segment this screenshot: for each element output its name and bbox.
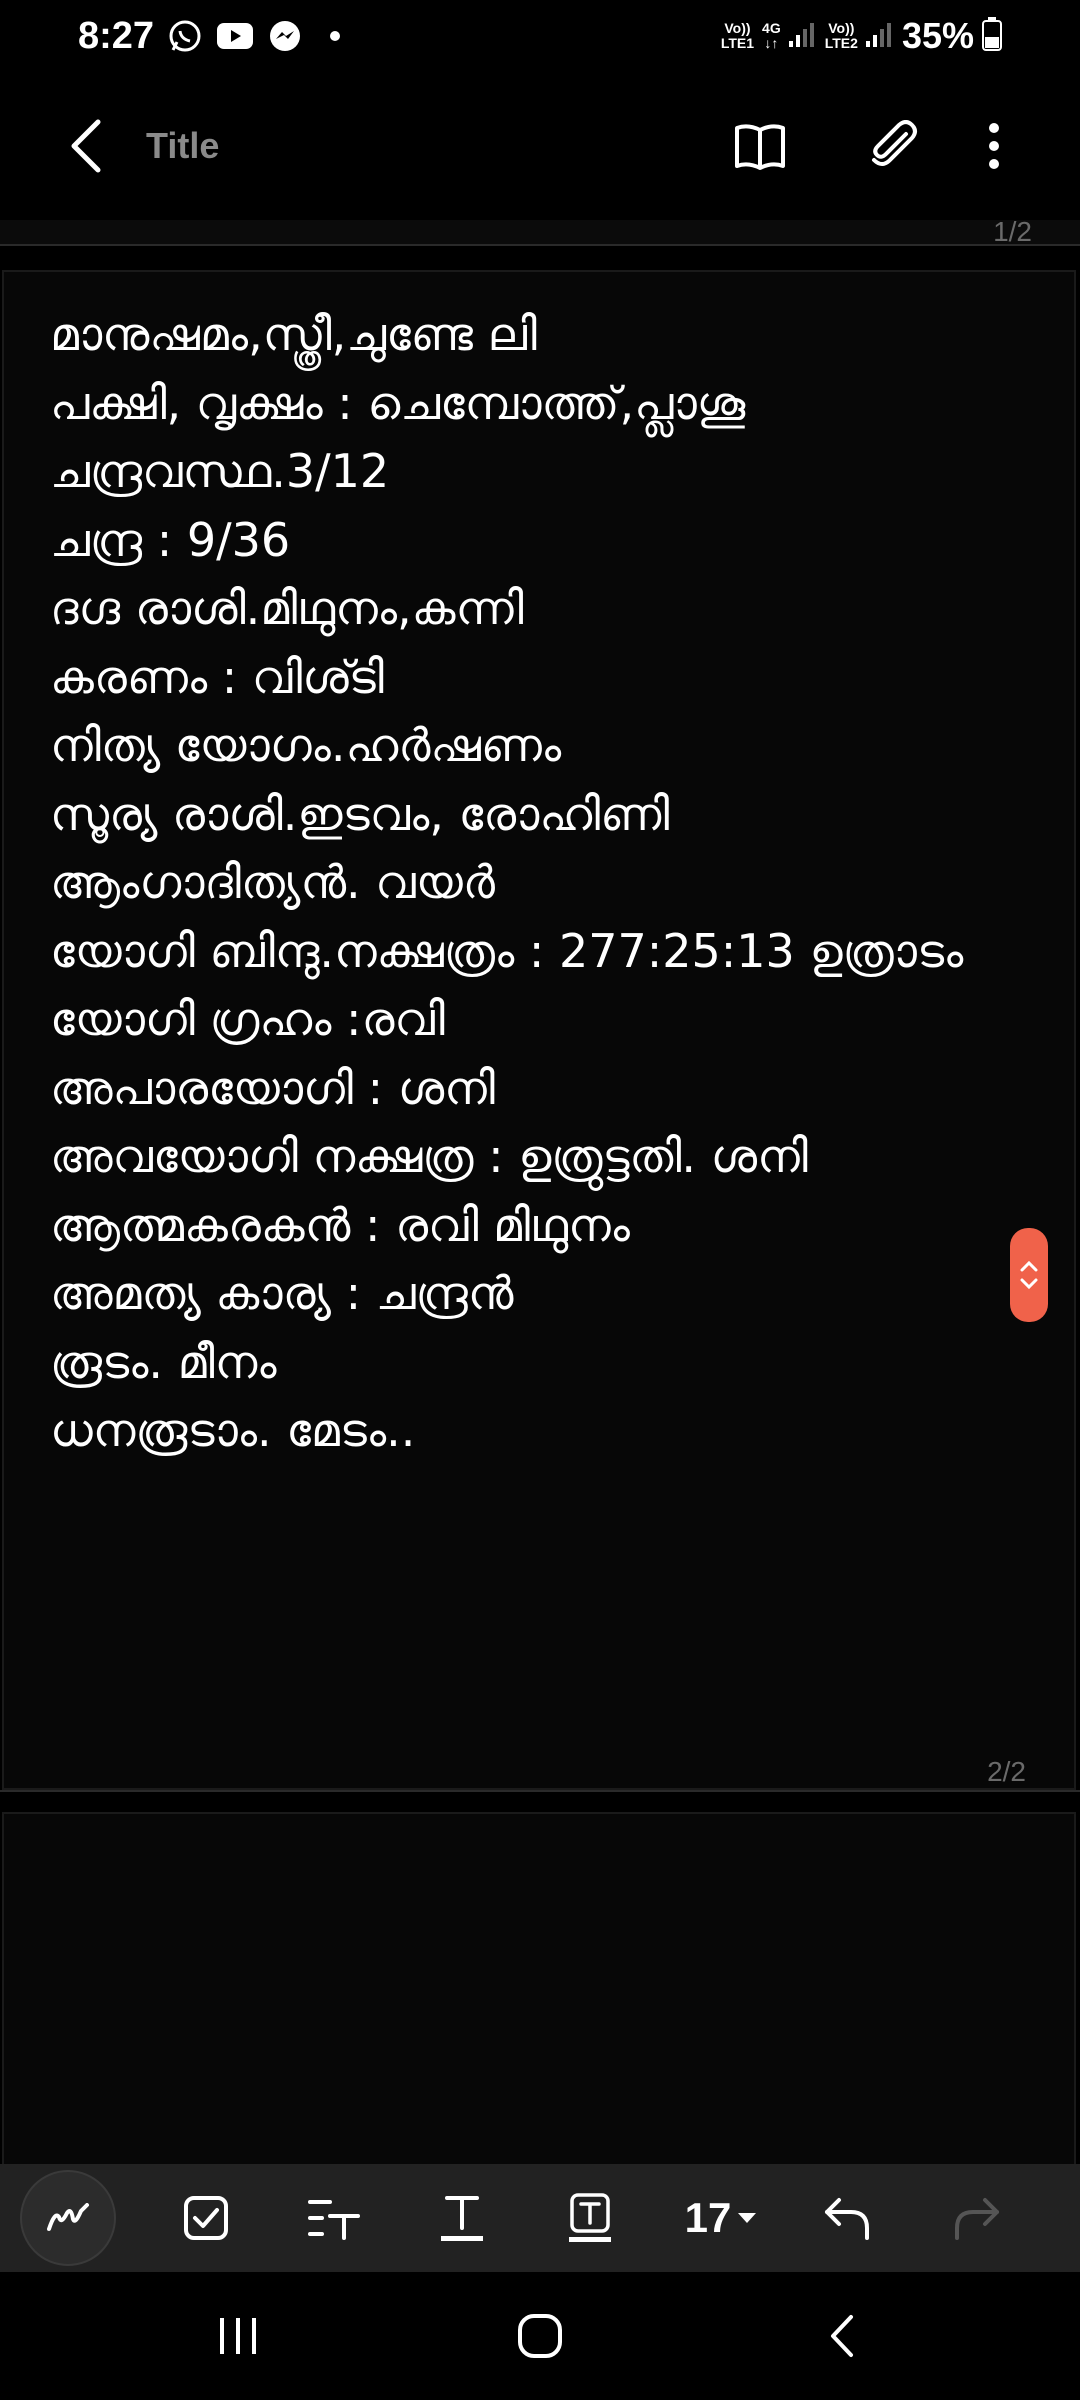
app-bar: Title — [0, 72, 1080, 220]
chevron-up-icon — [1020, 1260, 1038, 1272]
undo-button[interactable] — [808, 2178, 888, 2258]
reading-mode-button[interactable] — [732, 118, 788, 174]
note-line: അമത്യ കാര്യ : ചന്ദ്രൻ — [50, 1266, 514, 1320]
note-line: ധനരൂടാം. മേടം.. — [50, 1403, 416, 1457]
home-icon — [518, 2314, 562, 2358]
status-time: 8:27 — [78, 14, 155, 57]
signal2-icon — [865, 21, 894, 52]
network-indicator: 4G ↓↑ — [762, 21, 781, 51]
note-line: ആംഗാദിത്യൻ. വയർ — [50, 855, 495, 909]
battery-percent: 35% — [901, 15, 974, 56]
undo-icon — [825, 2198, 869, 2240]
text-color-icon — [441, 2196, 483, 2241]
note-line: നിത്യ യോഗം.ഹർഷണം — [50, 718, 562, 772]
note-line: രൂടം. മീനം — [50, 1334, 277, 1389]
caret-down-icon — [738, 2213, 757, 2223]
next-page[interactable] — [2, 1812, 1076, 2164]
whatsapp-icon — [166, 17, 204, 55]
checkbox-icon — [184, 2196, 228, 2240]
signal1-icon — [788, 21, 817, 52]
title-input[interactable]: Title — [146, 118, 219, 174]
note-line: കരണം : വിശ്ടി — [50, 649, 384, 704]
redo-icon — [955, 2198, 999, 2240]
note-line: പക്ഷി, വൃക്ഷം : ചെമ്പോത്ത്,പ്ലാശൂ — [50, 375, 746, 430]
recents-icon — [220, 2318, 256, 2354]
previous-page-bottom: 1/2 — [0, 216, 1080, 247]
text-style-icon — [308, 2200, 360, 2240]
dot-icon — [316, 17, 354, 55]
text-color-button[interactable] — [422, 2178, 502, 2258]
checkbox-button[interactable] — [166, 2178, 246, 2258]
attach-button[interactable] — [864, 118, 920, 174]
more-options-button[interactable] — [966, 118, 1022, 174]
network-activity: ↓↑ — [764, 35, 779, 51]
note-line: യോഗി ബിന്ദു.നക്ഷത്രം : 277:25:13 ഉത്രാടം — [50, 923, 964, 978]
sim2-volte: Vo)) — [828, 20, 855, 36]
note-line: മാനുഷമം,സ്ത്രീ,ചുണ്ടേ ലി — [50, 307, 537, 361]
note-line: അപാരയോഗി : ശനി — [50, 1060, 495, 1115]
sim2-label: LTE2 — [824, 35, 858, 51]
system-back-button[interactable] — [802, 2296, 882, 2376]
page-divider — [0, 244, 1080, 246]
note-line: ചന്ദ്രവസ്ഥ.3/12 — [50, 444, 390, 498]
status-right: Vo)) LTE1 4G ↓↑ Vo)) LTE2 35% — [721, 15, 1002, 57]
messenger-icon — [266, 17, 304, 55]
back-icon — [71, 119, 101, 173]
recents-button[interactable] — [198, 2296, 278, 2376]
back-button[interactable] — [58, 118, 114, 174]
current-page-number: 2/2 — [987, 1756, 1026, 1787]
editor-toolbar: 17 — [0, 2164, 1080, 2272]
page-scroll-handle[interactable] — [1010, 1228, 1048, 1322]
chevron-down-icon — [1020, 1278, 1038, 1290]
note-line: യോഗി ഗ്രഹം :രവി — [50, 992, 445, 1046]
note-line: ആത്മകരകൻ : രവി മിഥുനം — [50, 1197, 630, 1252]
pen-mode-button[interactable] — [20, 2170, 116, 2266]
home-button[interactable] — [500, 2296, 580, 2376]
sim1-indicator: Vo)) LTE1 — [721, 21, 754, 51]
battery-icon — [982, 16, 1002, 56]
note-line: അവയോഗി നക്ഷത്ര : ഉത്രുട്ടതി. ശനി — [50, 1129, 808, 1183]
sim2-indicator: Vo)) LTE2 — [825, 21, 858, 51]
youtube-icon — [216, 17, 254, 55]
network-type: 4G — [762, 20, 781, 36]
book-icon — [735, 124, 785, 170]
system-nav-bar — [0, 2272, 1080, 2400]
note-body[interactable]: മാനുഷമം,സ്ത്രീ,ചുണ്ടേ ലി പക്ഷി, വൃക്ഷം :… — [50, 300, 1050, 1465]
status-left: 8:27 — [78, 15, 354, 58]
text-highlight-button[interactable] — [550, 2178, 630, 2258]
paperclip-icon — [872, 120, 917, 166]
more-vert-icon — [989, 123, 999, 169]
note-line: സൂര്യ രാശി.ഇടവം, രോഹിണി — [50, 786, 670, 841]
back-nav-icon — [831, 2315, 853, 2357]
status-bar: 8:27 Vo)) LTE1 4G ↓↑ Vo)) LTE2 35% — [0, 0, 1080, 72]
font-size-value: 17 — [684, 2194, 732, 2241]
sim1-volte: Vo)) — [724, 20, 751, 36]
text-style-button[interactable] — [294, 2178, 374, 2258]
note-line: ചന്ദ്ര : 9/36 — [50, 512, 291, 567]
page-divider — [0, 1790, 1080, 1792]
pen-icon — [47, 2203, 89, 2231]
note-line: ദഗ്ദ രാശി.മിഥുനം,കന്നി — [50, 581, 524, 635]
sim1-label: LTE1 — [720, 35, 755, 51]
text-highlight-icon — [569, 2193, 611, 2242]
redo-button[interactable] — [936, 2178, 1016, 2258]
font-size-dropdown[interactable]: 17 — [676, 2178, 766, 2258]
